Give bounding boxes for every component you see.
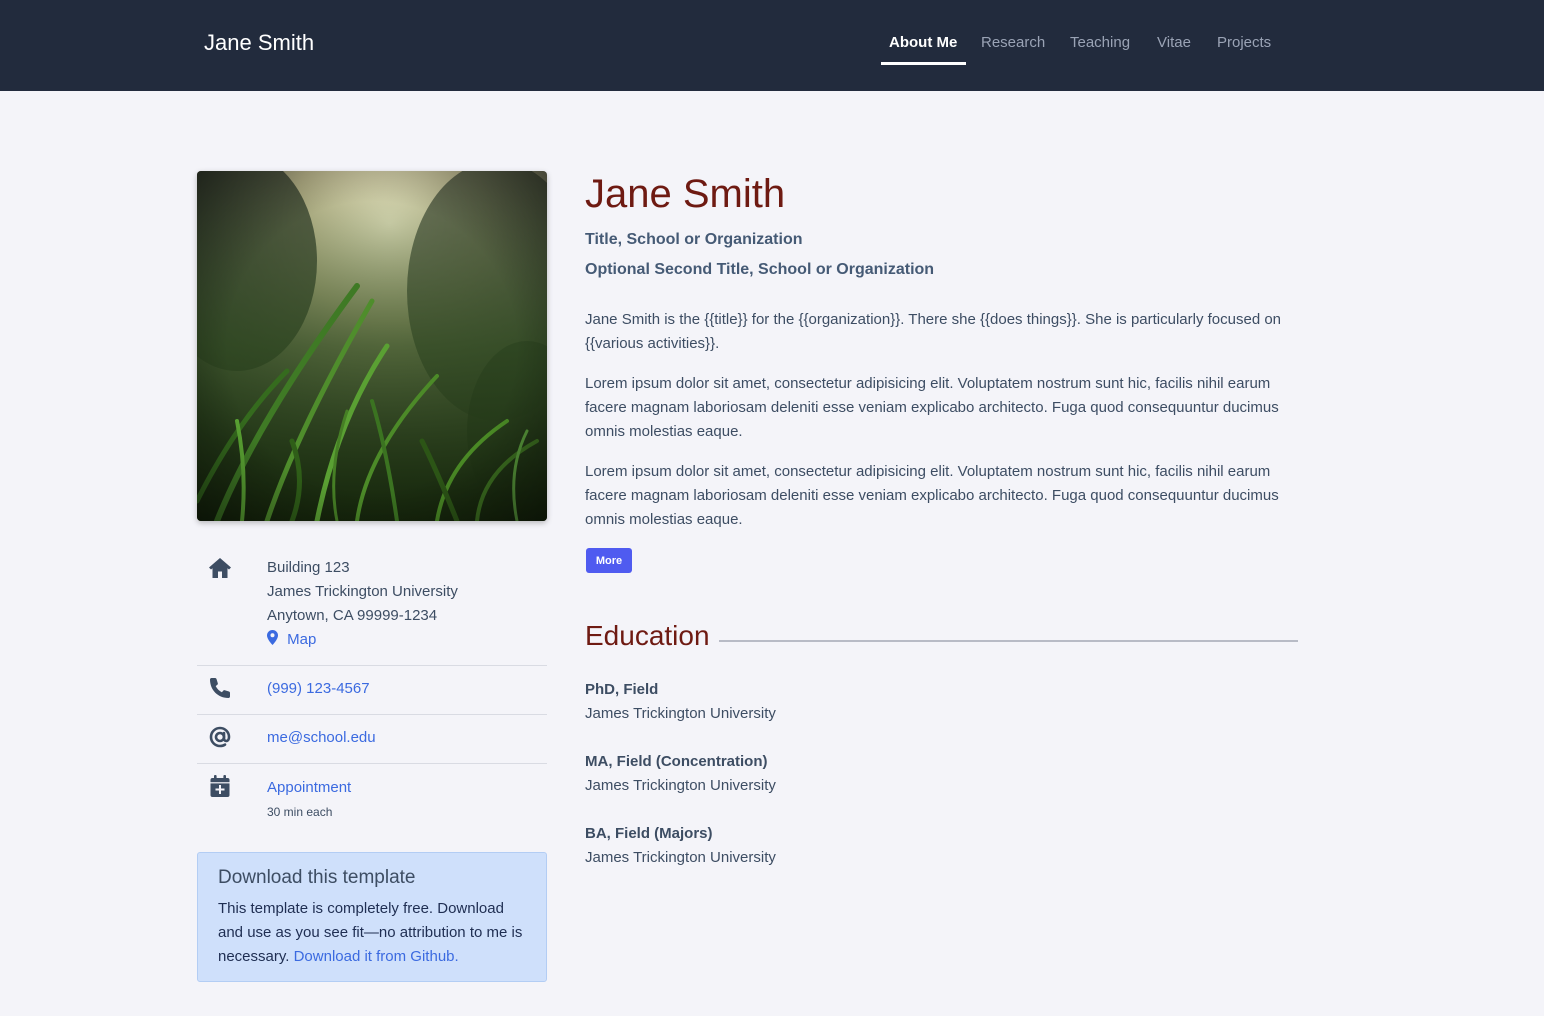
callout-text: This template is completely free. Downlo… (218, 897, 530, 969)
address-line-2: James Trickington University (267, 583, 458, 600)
address-block: Building 123 James Trickington Universit… (267, 556, 458, 652)
school: James Trickington University (585, 705, 776, 722)
education-item: MA, Field (Concentration) James Tricking… (585, 750, 1085, 798)
email-link[interactable]: me@school.edu (267, 726, 376, 750)
nav-teaching[interactable]: Teaching (1070, 34, 1130, 51)
calendar-plus-icon (210, 775, 230, 797)
top-navbar: Jane Smith About Me Research Teaching Vi… (0, 0, 1544, 91)
degree: PhD, Field (585, 681, 659, 698)
phone-icon (210, 678, 230, 698)
phone-link[interactable]: (999) 123-4567 (267, 677, 370, 701)
nav-projects[interactable]: Projects (1217, 34, 1271, 51)
bio-paragraph-3: Lorem ipsum dolor sit amet, consectetur … (585, 463, 1279, 528)
nav-research[interactable]: Research (981, 34, 1045, 51)
nav-vitae[interactable]: Vitae (1157, 34, 1191, 51)
address-row: Building 123 James Trickington Universit… (197, 553, 547, 666)
at-icon (209, 726, 231, 748)
map-link[interactable]: Map (267, 630, 317, 648)
download-callout: Download this template This template is … (197, 852, 547, 982)
primary-title: Title, School or Organization (585, 231, 803, 248)
address-line-3: Anytown, CA 99999-1234 (267, 607, 438, 624)
more-button[interactable]: More (586, 548, 632, 573)
appointment-block: Appointment 30 min each (267, 776, 351, 824)
education-heading: Education (585, 620, 710, 651)
map-link-label: Map (287, 631, 317, 648)
github-download-link[interactable]: Download it from Github. (294, 948, 459, 965)
appointment-note: 30 min each (267, 805, 333, 819)
bio-paragraph-1: Jane Smith is the {{title}} for the {{or… (585, 311, 1282, 352)
appointment-row: Appointment 30 min each (197, 764, 547, 834)
map-pin-icon (267, 630, 278, 645)
brand-link[interactable]: Jane Smith (204, 30, 314, 56)
secondary-title: Optional Second Title, School or Organiz… (585, 261, 935, 278)
degree: MA, Field (Concentration) (585, 753, 768, 770)
active-nav-indicator (881, 62, 966, 65)
nav-about-me[interactable]: About Me (889, 34, 957, 51)
phone-row: (999) 123-4567 (197, 666, 547, 715)
education-item: PhD, Field James Trickington University (585, 678, 1085, 726)
address-line-1: Building 123 (267, 559, 350, 576)
bio-paragraph-2: Lorem ipsum dolor sit amet, consectetur … (585, 375, 1279, 440)
degree: BA, Field (Majors) (585, 825, 713, 842)
profile-photo (197, 171, 547, 521)
callout-title: Download this template (218, 867, 416, 888)
education-item: BA, Field (Majors) James Trickington Uni… (585, 822, 1085, 870)
page-title: Jane Smith (585, 172, 786, 216)
school: James Trickington University (585, 849, 776, 866)
school: James Trickington University (585, 777, 776, 794)
appointment-link[interactable]: Appointment (267, 776, 351, 800)
email-row: me@school.edu (197, 715, 547, 764)
home-icon (209, 558, 231, 578)
section-divider (719, 640, 1298, 642)
